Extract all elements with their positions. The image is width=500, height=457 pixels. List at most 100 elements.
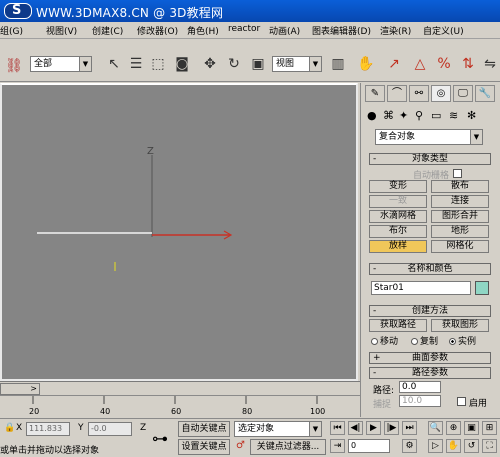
object-type-rollout-header[interactable]: - 对象类型 xyxy=(369,153,491,165)
lights-icon[interactable]: ✦ xyxy=(399,109,408,122)
surface-params-rollout-header[interactable]: + 曲面参数 xyxy=(369,352,491,364)
snap-3d-icon[interactable]: ↗ xyxy=(384,54,404,74)
perspective-viewport[interactable]: Z xyxy=(0,83,358,381)
path-label: 路径: xyxy=(373,386,395,396)
spinner-snap-icon[interactable]: ⇅ xyxy=(458,54,478,74)
menu-reactor[interactable]: reactor xyxy=(228,24,260,34)
systems-icon[interactable]: ✻ xyxy=(467,109,476,122)
y-coordinate-field[interactable]: -0.0 xyxy=(88,422,132,436)
loft-button[interactable]: 放样 xyxy=(369,240,427,253)
hierarchy-tab-icon[interactable]: ⚯ xyxy=(409,85,429,102)
zoom-icon[interactable]: 🔍 xyxy=(428,421,443,435)
instance-radio[interactable]: 实例 xyxy=(449,334,476,347)
morph-button[interactable]: 变形 xyxy=(369,180,427,193)
space-warps-icon[interactable]: ≋ xyxy=(449,109,458,122)
menu-group[interactable]: 组(G) xyxy=(0,24,23,37)
move-icon[interactable]: ✥ xyxy=(200,54,220,74)
play-icon[interactable]: ▶ xyxy=(366,421,381,435)
object-category-dropdown[interactable]: 复合对象 ▼ xyxy=(375,129,483,145)
rotate-icon[interactable]: ↻ xyxy=(224,54,244,74)
select-object-icon[interactable]: ↖ xyxy=(104,54,124,74)
select-manipulate-icon[interactable]: ✋ xyxy=(356,54,376,74)
get-path-button[interactable]: 获取路径 xyxy=(369,319,427,332)
conform-button[interactable]: 一致 xyxy=(369,195,427,208)
shapes-icon[interactable]: ⌘ xyxy=(383,109,394,122)
object-color-swatch[interactable] xyxy=(475,281,489,295)
menu-character[interactable]: 角色(H) xyxy=(187,24,219,37)
name-color-title: 名称和颜色 xyxy=(407,264,453,274)
track-bar[interactable]: 20 40 60 80 100 xyxy=(0,395,362,417)
x-coordinate-field[interactable]: 111.833 xyxy=(26,422,70,436)
create-tab-icon[interactable]: ✎ xyxy=(365,85,385,102)
prompt-line: 或单击并拖动以选择对象 xyxy=(0,446,100,456)
scatter-button[interactable]: 散布 xyxy=(431,180,489,193)
scale-icon[interactable]: ▣ xyxy=(248,54,268,74)
selected-set-dropdown[interactable]: 选定对象 ▼ xyxy=(234,421,322,437)
pan-icon[interactable]: ✋ xyxy=(446,439,461,453)
move-radio[interactable]: 移动 xyxy=(371,334,398,347)
percent-snap-icon[interactable]: % xyxy=(434,54,454,74)
mesher-button[interactable]: 网格化 xyxy=(431,240,489,253)
next-frame-icon[interactable]: |▶ xyxy=(384,421,399,435)
status-bar: 🔒 X 111.833 Y -0.0 Z 或单击并拖动以选择对象 ⊶ 自动关键点… xyxy=(0,418,500,457)
reference-coord-dropdown[interactable]: 视图 ▼ xyxy=(272,56,322,72)
get-shape-button[interactable]: 获取图形 xyxy=(431,319,489,332)
mirror-icon[interactable]: ⇋ xyxy=(480,54,500,74)
go-to-start-icon[interactable]: ⏮ xyxy=(330,421,345,435)
lock-icon[interactable]: 🔒 xyxy=(4,423,15,433)
pivot-center-icon[interactable]: ▥ xyxy=(328,54,348,74)
name-color-rollout-header[interactable]: - 名称和颜色 xyxy=(369,263,491,275)
key-filters-button[interactable]: 关键点过滤器... xyxy=(250,439,326,455)
utilities-tab-icon[interactable]: 🔧 xyxy=(475,85,495,102)
viewport-canvas xyxy=(37,155,233,271)
geometry-icon[interactable]: ● xyxy=(367,109,377,122)
key-mode-icon[interactable]: ⇥ xyxy=(330,439,345,453)
snap-value-field[interactable]: 10.0 xyxy=(399,395,441,407)
current-frame-field[interactable]: 0 xyxy=(348,439,390,453)
select-by-name-icon[interactable]: ☰ xyxy=(126,54,146,74)
display-tab-icon[interactable]: 🖵 xyxy=(453,85,473,102)
field-of-view-icon[interactable]: ▷ xyxy=(428,439,443,453)
time-slider-thumb[interactable]: > xyxy=(0,383,40,395)
boolean-button[interactable]: 布尔 xyxy=(369,225,427,238)
angle-snap-icon[interactable]: △ xyxy=(410,54,430,74)
cameras-icon[interactable]: ⚲ xyxy=(415,109,423,122)
menu-rendering[interactable]: 渲染(R) xyxy=(380,24,411,37)
time-config-icon[interactable]: ⚙ xyxy=(402,439,417,453)
blobmesh-button[interactable]: 水滴网格 xyxy=(369,210,427,223)
creation-method-rollout-header[interactable]: - 创建方法 xyxy=(369,305,491,317)
selection-filter-dropdown[interactable]: 全部 ▼ xyxy=(30,56,92,72)
set-key-button[interactable]: 设置关键点 xyxy=(178,439,230,455)
zoom-extents-icon[interactable]: ▣ xyxy=(464,421,479,435)
connect-button[interactable]: 连接 xyxy=(431,195,489,208)
go-to-end-icon[interactable]: ⏭ xyxy=(402,421,417,435)
rect-region-icon[interactable]: ⬚ xyxy=(148,54,168,74)
path-params-rollout-header[interactable]: - 路径参数 xyxy=(369,367,491,379)
terrain-button[interactable]: 地形 xyxy=(431,225,489,238)
zoom-all-icon[interactable]: ⊕ xyxy=(446,421,461,435)
menu-graph-editors[interactable]: 图表编辑器(D) xyxy=(312,24,371,37)
modify-tab-icon[interactable]: ⌒ xyxy=(387,85,407,102)
time-slider[interactable]: > xyxy=(0,381,362,395)
shapemerge-button[interactable]: 图形合并 xyxy=(431,210,489,223)
previous-frame-icon[interactable]: ◀| xyxy=(348,421,363,435)
motion-tab-icon[interactable]: ◎ xyxy=(431,85,451,102)
snap-label: 捕捉 xyxy=(373,400,392,410)
zoom-extents-all-icon[interactable]: ⊞ xyxy=(482,421,497,435)
maximize-viewport-icon[interactable]: ⛶ xyxy=(482,439,497,453)
path-value-field[interactable]: 0.0 xyxy=(399,381,441,393)
menu-view[interactable]: 视图(V) xyxy=(46,24,77,37)
enable-snap-checkbox[interactable] xyxy=(457,397,466,406)
helpers-icon[interactable]: ▭ xyxy=(431,109,441,122)
auto-key-button[interactable]: 自动关键点 xyxy=(178,421,230,437)
menu-modifiers[interactable]: 修改器(O) xyxy=(137,24,178,37)
object-name-field[interactable]: Star01 xyxy=(371,281,471,295)
menu-create[interactable]: 创建(C) xyxy=(92,24,123,37)
link-icon[interactable]: ⛓ xyxy=(4,56,24,76)
copy-radio[interactable]: 复制 xyxy=(411,334,438,347)
menu-animation[interactable]: 动画(A) xyxy=(269,24,300,37)
autogrid-checkbox[interactable] xyxy=(453,169,462,178)
window-crossing-icon[interactable]: ◙ xyxy=(172,54,192,74)
arc-rotate-icon[interactable]: ↺ xyxy=(464,439,479,453)
menu-customize[interactable]: 自定义(U) xyxy=(423,24,464,37)
